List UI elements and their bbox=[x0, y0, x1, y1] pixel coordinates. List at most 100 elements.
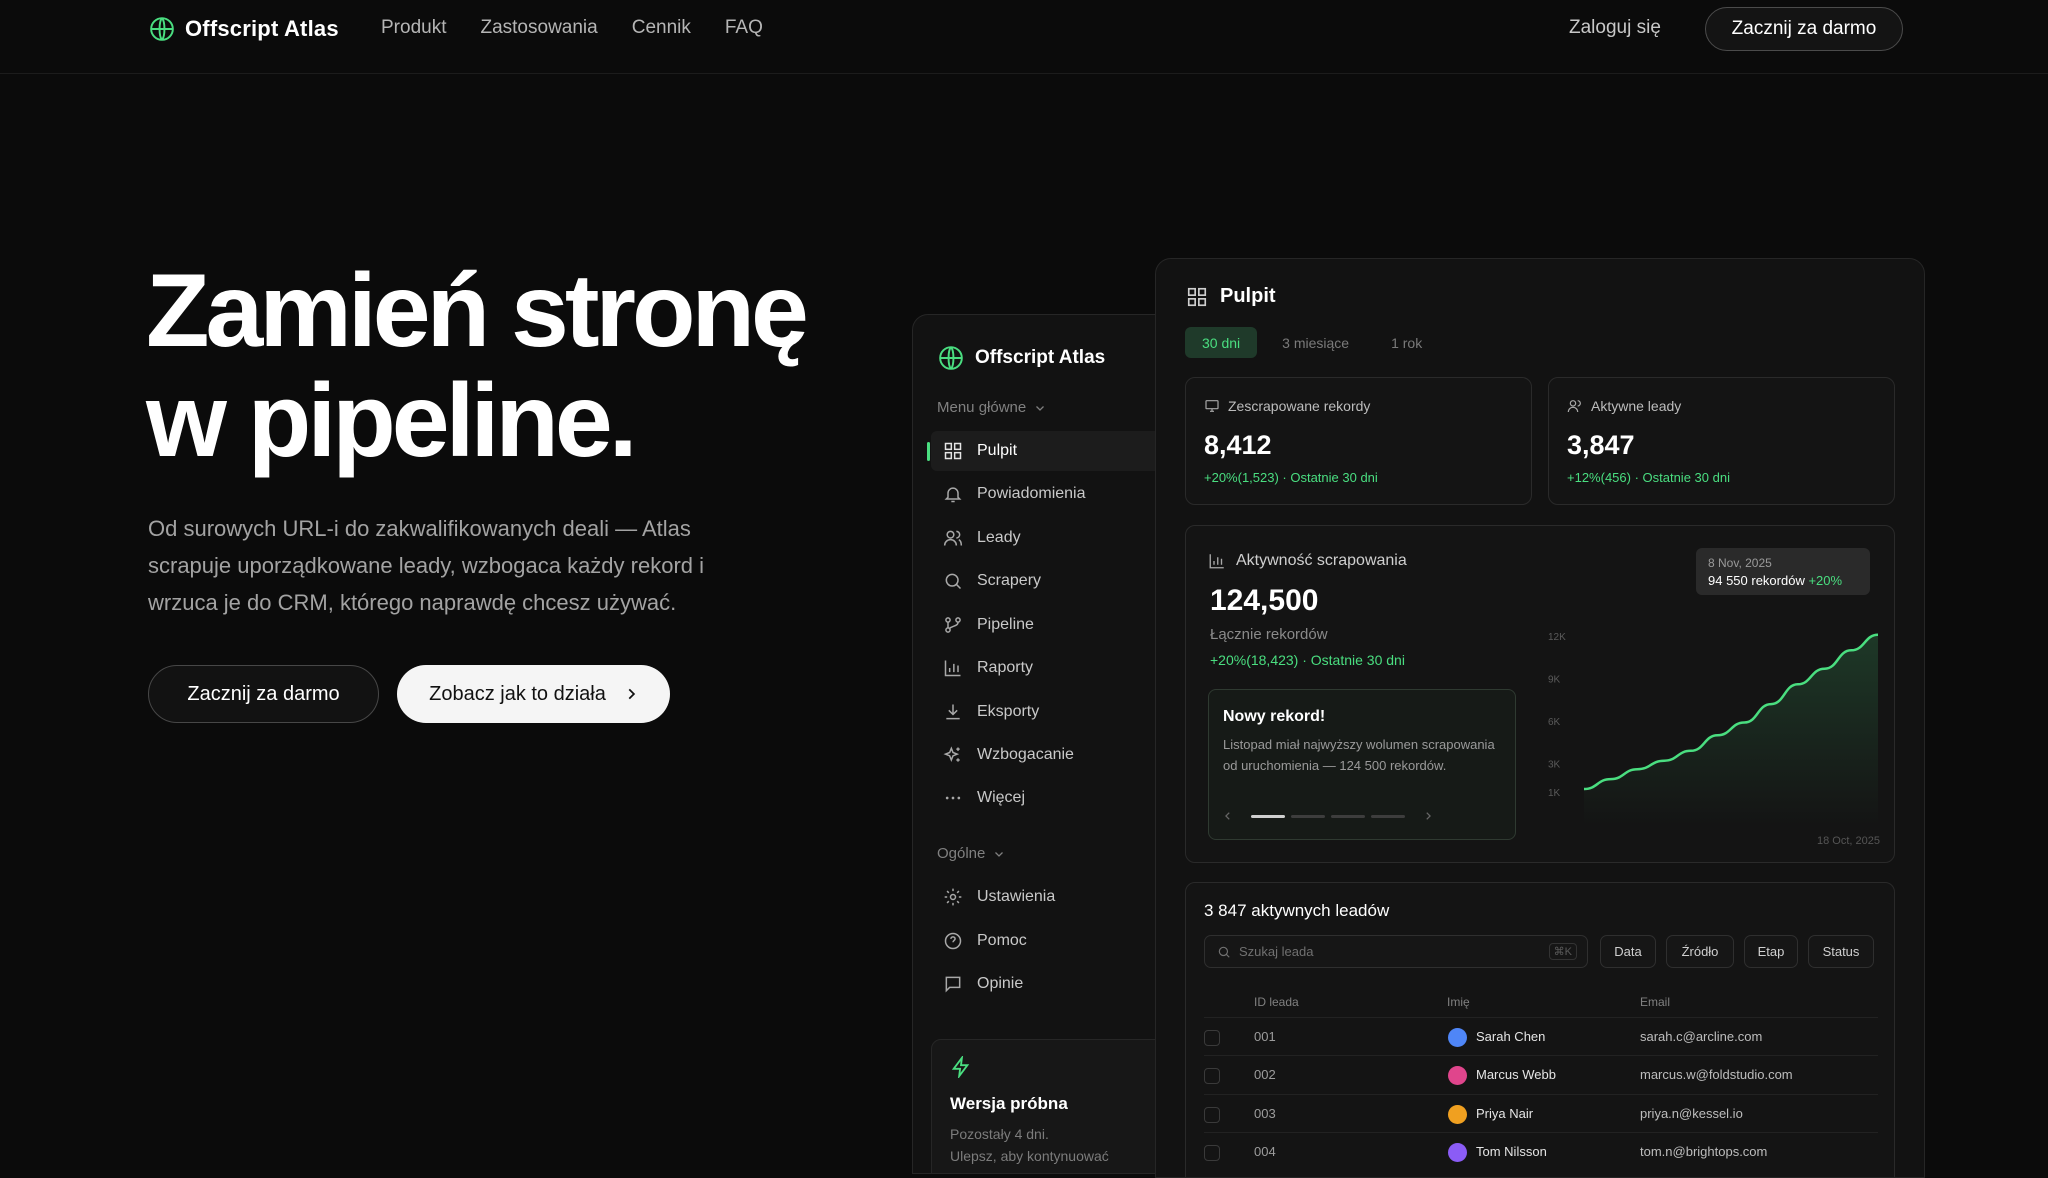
signup-button[interactable]: Zacznij za darmo bbox=[1705, 7, 1903, 51]
grid-icon bbox=[1187, 287, 1207, 306]
filter-stage-button[interactable]: Etap bbox=[1744, 935, 1798, 968]
table-row[interactable]: 002 Marcus Webb marcus.w@foldstudio.com bbox=[1204, 1055, 1878, 1093]
period-tabs: 30 dni 3 miesiące 1 rok bbox=[1185, 327, 1439, 358]
login-link[interactable]: Zaloguj się bbox=[1569, 17, 1661, 39]
sidebar-item-opinie[interactable]: Opinie bbox=[931, 964, 1171, 1004]
lead-id: 003 bbox=[1254, 1106, 1276, 1121]
message-icon bbox=[945, 976, 961, 993]
sidebar-item-powiadomienia[interactable]: Powiadomienia bbox=[931, 474, 1171, 514]
sidebar-item-pipeline[interactable]: Pipeline bbox=[931, 605, 1171, 645]
sidebar-item-wzbogacanie[interactable]: Wzbogacanie bbox=[931, 735, 1171, 775]
sidebar-item-leady[interactable]: Leady bbox=[931, 518, 1171, 558]
main-nav: Produkt Zastosowania Cennik FAQ bbox=[381, 17, 763, 39]
brand-logo[interactable]: Offscript Atlas bbox=[149, 16, 339, 42]
hero-description: Od surowych URL-i do zakwalifikowanych d… bbox=[148, 516, 705, 615]
table-row[interactable]: 001 Sarah Chen sarah.c@arcline.com bbox=[1204, 1017, 1878, 1055]
help-icon bbox=[944, 932, 962, 950]
see-how-button[interactable]: Zobacz jak to działa bbox=[397, 665, 670, 723]
git-branch-icon bbox=[945, 617, 961, 633]
sidebar-item-label: Scrapery bbox=[977, 572, 1042, 589]
kpi-value: 3,847 bbox=[1567, 430, 1635, 460]
sidebar-brand[interactable]: Offscript Atlas bbox=[938, 345, 1105, 371]
activity-delta: +20%(18,423) · Ostatnie 30 dni bbox=[1210, 652, 1405, 668]
chevron-left-icon[interactable] bbox=[1223, 810, 1233, 822]
column-header-id[interactable]: ID leada bbox=[1254, 995, 1299, 1009]
tab-3-months[interactable]: 3 miesiące bbox=[1265, 327, 1366, 358]
tab-1-year[interactable]: 1 rok bbox=[1374, 327, 1439, 358]
sidebar-item-label: Więcej bbox=[977, 789, 1026, 806]
lead-id: 004 bbox=[1254, 1144, 1276, 1159]
kpi-value: 8,412 bbox=[1204, 430, 1272, 460]
column-header-email[interactable]: Email bbox=[1640, 995, 1670, 1009]
main-menu-toggle[interactable]: Menu główne bbox=[937, 399, 1046, 416]
lead-name: Marcus Webb bbox=[1476, 1067, 1556, 1082]
sidebar-item-ustawienia[interactable]: Ustawienia bbox=[931, 877, 1171, 917]
carousel-dot-active[interactable] bbox=[1251, 815, 1285, 818]
row-checkbox[interactable] bbox=[1204, 1030, 1220, 1046]
sidebar-item-label: Pipeline bbox=[977, 616, 1034, 633]
table-row[interactable]: 004 Tom Nilsson tom.n@brightops.com bbox=[1204, 1132, 1878, 1170]
kpi-label: Aktywne leady bbox=[1567, 398, 1681, 414]
trial-upgrade-text: Ulepsz, aby kontynuować bbox=[950, 1148, 1109, 1164]
nav-zastosowania[interactable]: Zastosowania bbox=[480, 17, 597, 39]
globe-icon bbox=[150, 17, 174, 41]
y-tick-label: 1K bbox=[1548, 788, 1561, 799]
column-header-name[interactable]: Imię bbox=[1447, 995, 1470, 1009]
lead-name: Tom Nilsson bbox=[1476, 1144, 1547, 1159]
filter-source-button[interactable]: Źródło bbox=[1666, 935, 1734, 968]
nav-faq[interactable]: FAQ bbox=[725, 17, 763, 39]
sidebar-item-label: Raporty bbox=[977, 659, 1034, 676]
table-row[interactable]: 003 Priya Nair priya.n@kessel.io bbox=[1204, 1094, 1878, 1132]
hero-title-line-1: Zamień stronę bbox=[146, 253, 809, 369]
sidebar-item-pomoc[interactable]: Pomoc bbox=[931, 921, 1171, 961]
general-menu-toggle[interactable]: Ogólne bbox=[937, 845, 1005, 862]
search-icon bbox=[945, 573, 962, 590]
lead-email: sarah.c@arcline.com bbox=[1640, 1029, 1763, 1044]
row-checkbox[interactable] bbox=[1204, 1107, 1220, 1123]
sidebar-item-label: Eksporty bbox=[977, 703, 1040, 720]
chevron-right-icon bbox=[628, 688, 636, 700]
nav-cennik[interactable]: Cennik bbox=[632, 17, 691, 39]
avatar bbox=[1448, 1066, 1467, 1085]
grid-icon bbox=[944, 442, 962, 460]
hero-title-line-2: w pipeline. bbox=[146, 363, 638, 479]
users-icon bbox=[1567, 400, 1581, 413]
y-tick-label: 9K bbox=[1548, 675, 1561, 686]
lead-id: 001 bbox=[1254, 1029, 1276, 1044]
scraping-activity-card: Aktywność scrapowania 124,500 Łącznie re… bbox=[1185, 525, 1895, 863]
carousel-dot[interactable] bbox=[1291, 815, 1325, 818]
avatar bbox=[1448, 1143, 1467, 1162]
new-record-card: Nowy rekord! Listopad miał najwyższy wol… bbox=[1208, 689, 1516, 840]
tooltip-date: 8 Nov, 2025 bbox=[1708, 556, 1772, 570]
lead-id: 002 bbox=[1254, 1067, 1276, 1082]
row-checkbox[interactable] bbox=[1204, 1145, 1220, 1161]
sidebar-item-label: Leady bbox=[977, 529, 1021, 546]
carousel-dot[interactable] bbox=[1371, 815, 1405, 818]
sidebar-item-wiecej[interactable]: Więcej bbox=[931, 778, 1171, 818]
carousel-dot[interactable] bbox=[1331, 815, 1365, 818]
kpi-label: Zescrapowane rekordy bbox=[1204, 398, 1370, 414]
start-free-button[interactable]: Zacznij za darmo bbox=[148, 665, 379, 723]
bell-icon bbox=[944, 487, 962, 503]
sidebar-item-raporty[interactable]: Raporty bbox=[931, 648, 1171, 688]
filter-status-button[interactable]: Status bbox=[1808, 935, 1874, 968]
filter-data-button[interactable]: Data bbox=[1600, 935, 1656, 968]
lead-search-input[interactable]: Szukaj leada ⌘K bbox=[1204, 935, 1588, 968]
gear-icon bbox=[944, 888, 962, 906]
see-how-label: Zobacz jak to działa bbox=[429, 682, 606, 705]
trial-title: Wersja próbna bbox=[950, 1094, 1068, 1113]
tab-30-days[interactable]: 30 dni bbox=[1185, 327, 1258, 358]
kpi-label-text: Zescrapowane rekordy bbox=[1228, 398, 1371, 414]
chevron-right-icon[interactable] bbox=[1423, 810, 1433, 822]
brand-name: Offscript Atlas bbox=[185, 16, 339, 41]
kpi-card-active-leads: Aktywne leady 3,847 +12%(456) · Ostatnie… bbox=[1548, 377, 1895, 505]
y-tick-label: 12K bbox=[1548, 632, 1566, 643]
row-checkbox[interactable] bbox=[1204, 1068, 1220, 1084]
sidebar-item-pulpit[interactable]: Pulpit bbox=[927, 431, 1171, 471]
app-sidebar: Offscript Atlas Menu główne Pulpit Powia… bbox=[912, 314, 1172, 1174]
sidebar-item-scrapery[interactable]: Scrapery bbox=[931, 561, 1171, 601]
nav-produkt[interactable]: Produkt bbox=[381, 17, 446, 39]
sidebar-item-eksporty[interactable]: Eksporty bbox=[931, 692, 1171, 732]
activity-subtitle: Łącznie rekordów bbox=[1210, 626, 1328, 643]
sidebar-item-label: Wzbogacanie bbox=[977, 746, 1074, 763]
